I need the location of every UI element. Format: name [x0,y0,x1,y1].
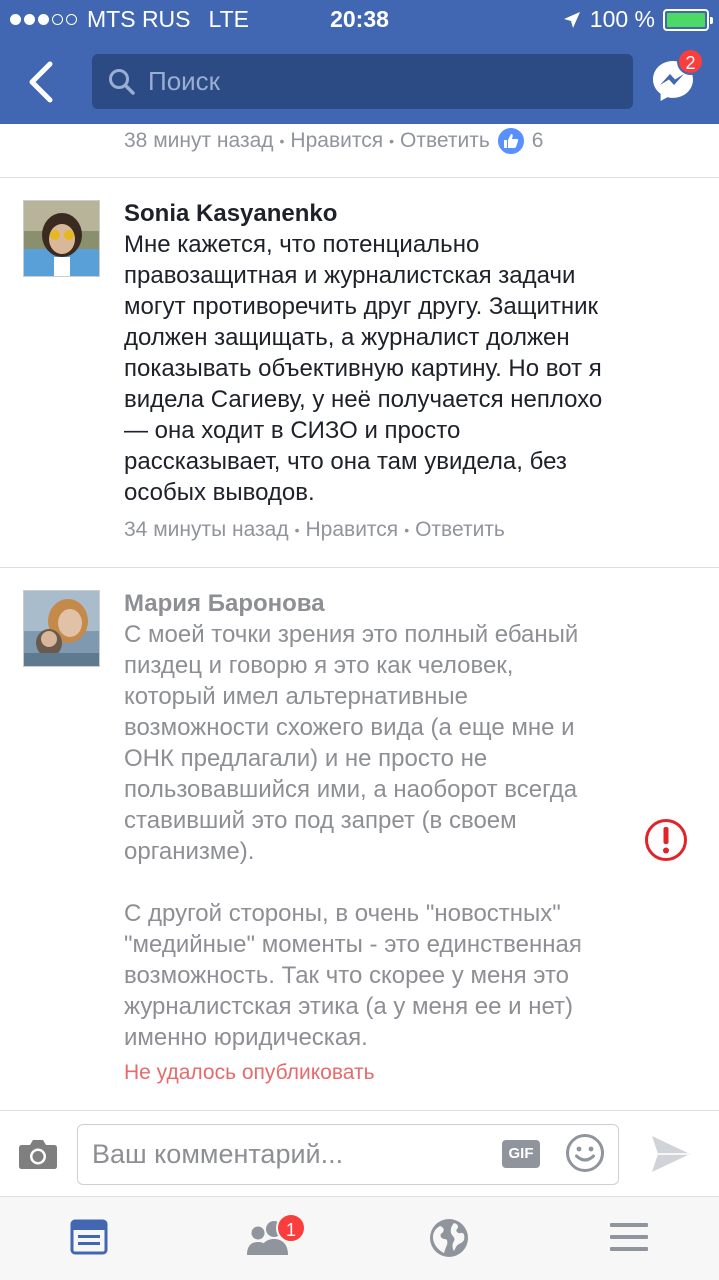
tab-menu[interactable] [608,1217,652,1261]
error-alert-icon[interactable] [644,818,688,862]
like-reaction-icon [495,126,526,156]
comment-text-line: пользовавшийся ими, а наоборот всегда [124,776,578,803]
comment-placeholder: Ваш комментарий... [92,1139,344,1169]
comment-text-line: организме). [124,838,255,865]
menu-icon [610,1223,648,1251]
previous-comment-meta: 38 минут назад • Нравится • Ответить 6 [124,126,543,156]
comment-text-line: пиздец и говорю я это как человек, [124,652,514,679]
back-button[interactable] [22,60,62,104]
battery-icon [663,8,713,31]
smiley-icon [566,1134,604,1172]
divider [0,567,719,568]
comment-text-line: именно юридическая. [124,1024,368,1051]
comment-text-line: ОНК предлагали) и не просто не [124,745,488,772]
like-link[interactable]: Нравится [306,518,399,542]
divider [0,177,719,178]
like-link[interactable]: Нравится [290,129,383,153]
comment-time: 34 минуты назад [124,518,289,541]
chevron-left-icon [29,61,53,103]
comment-text-line: который имел альтернативные [124,683,468,710]
comment-composer: Ваш комментарий... [0,1110,719,1196]
send-icon [652,1136,690,1172]
search-placeholder: Поиск [148,66,221,96]
comment-text-line: С моей точки зрения это полный ебаный [124,621,579,648]
comment-text-line: ставивший это под запрет (в своем [124,807,517,834]
gif-button[interactable]: GIF [502,1140,540,1168]
avatar[interactable] [23,200,100,277]
comment-text-line [124,867,634,898]
comment-text-line: возможность. Так что скорее у меня это [124,962,570,989]
sticker-button[interactable] [565,1133,605,1173]
avatar[interactable] [23,590,100,667]
comment-text: Мне кажется, что потенциально правозащит… [124,231,603,506]
battery-percent: 100 % [589,6,655,32]
comment-text-line: С другой стороны, в очень "новостных" [124,900,561,927]
tab-notifications[interactable] [428,1217,472,1261]
comment-text: С моей точки зрения это полный ебаный пи… [124,619,634,1053]
like-count: 6 [531,129,544,152]
comment-time: 38 минут назад [124,129,274,152]
comment-author[interactable]: Мария Баронова [124,589,699,619]
search-icon [109,68,135,95]
comment-text-line: журналистская этика (а у меня ее и нет) [124,993,574,1020]
bottom-tab-bar [0,1196,719,1280]
search-input[interactable]: Поиск [92,54,633,109]
post-failed-status[interactable]: Не удалось опубликовать [124,1061,699,1085]
camera-icon [19,1140,57,1169]
comment-author[interactable]: Sonia Kasyanenko [124,199,699,229]
reply-link[interactable]: Ответить [415,518,505,542]
tab-news-feed[interactable] [69,1217,113,1261]
location-arrow-icon [563,11,580,28]
notifications-globe-icon [430,1219,468,1257]
comment-text-line: возможности схожего вида (а еще мне и [124,714,575,741]
news-feed-icon [70,1219,108,1255]
messenger-badge: 2 [677,48,704,75]
camera-button[interactable] [18,1138,58,1170]
top-nav-bar: MTS RUS LTE 20:38 100 % Поиск 2 [0,0,719,124]
status-bar: MTS RUS LTE 20:38 100 % [0,0,719,40]
send-button[interactable] [650,1134,692,1174]
comment-text-line: "медийные" моменты - это единственная [124,931,582,958]
comment-meta: 34 минуты назад • Нравится • Ответить [124,518,505,542]
friend-requests-badge: 1 [276,1213,306,1243]
reply-link[interactable]: Ответить [400,129,490,153]
